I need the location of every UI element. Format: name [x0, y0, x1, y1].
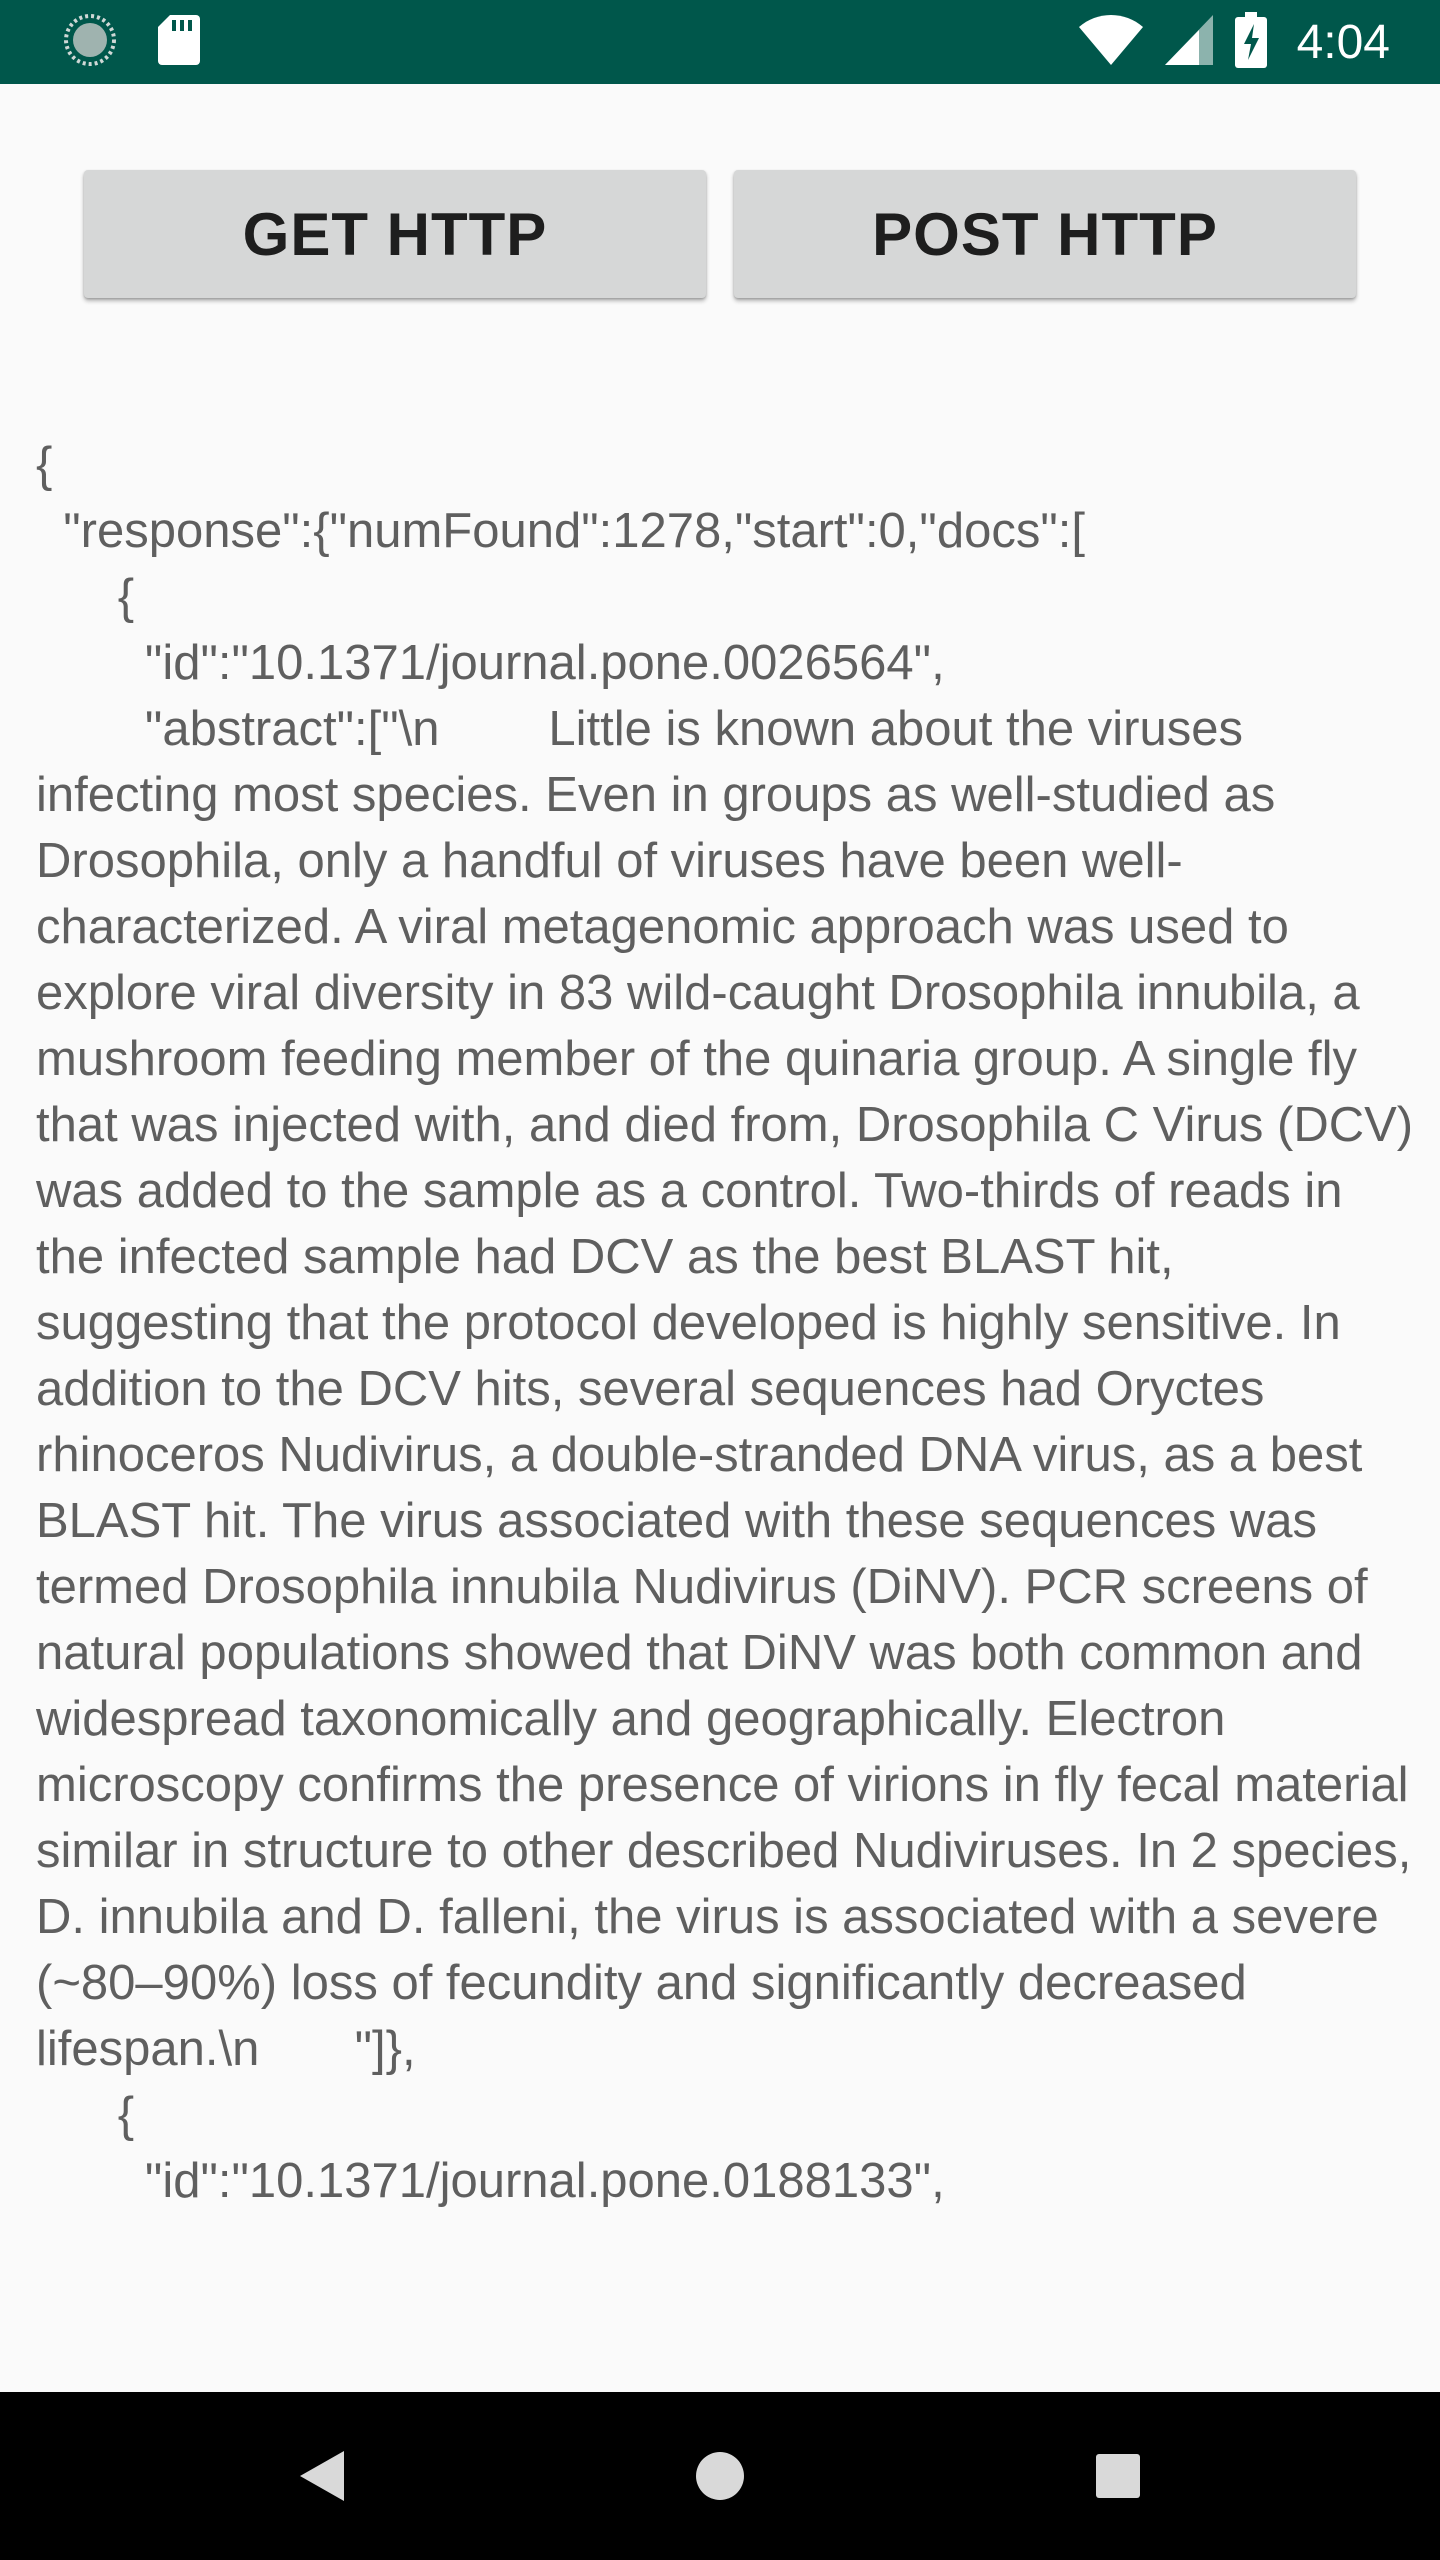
cell-signal-icon	[1164, 15, 1213, 69]
response-scroll-area[interactable]: { "response":{"numFound":1278,"start":0,…	[36, 432, 1416, 2392]
home-button[interactable]	[680, 2436, 760, 2516]
buttons-row: GET HTTP POST HTTP	[0, 170, 1440, 302]
recents-button[interactable]	[1078, 2436, 1158, 2516]
sd-card-icon	[158, 15, 200, 69]
status-time: 4:04	[1296, 15, 1390, 69]
status-left-icons	[62, 14, 200, 69]
response-text: { "response":{"numFound":1278,"start":0,…	[36, 438, 1414, 2208]
sync-icon	[62, 12, 118, 72]
status-bar: 4:04	[0, 0, 1440, 84]
home-icon	[696, 2452, 744, 2500]
status-right-icons: 4:04	[1078, 12, 1390, 72]
post-http-button[interactable]: POST HTTP	[734, 170, 1356, 298]
navigation-bar	[0, 2392, 1440, 2560]
battery-charging-icon	[1234, 12, 1267, 72]
get-http-button[interactable]: GET HTTP	[84, 170, 706, 298]
wifi-icon	[1078, 15, 1143, 69]
recents-icon	[1096, 2454, 1140, 2498]
back-button[interactable]	[282, 2436, 362, 2516]
back-icon	[300, 2451, 344, 2501]
